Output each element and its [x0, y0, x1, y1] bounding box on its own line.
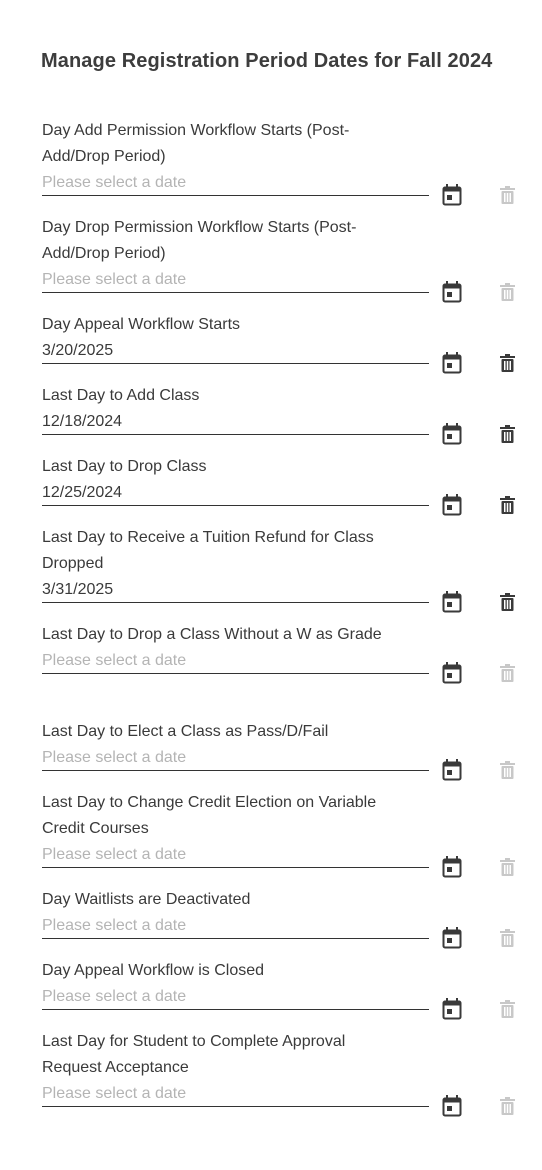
- date-input[interactable]: Please select a date: [42, 984, 429, 1010]
- trash-icon[interactable]: [500, 1000, 515, 1018]
- date-field-label: Last Day to Drop a Class Without a W as …: [42, 626, 382, 643]
- date-input[interactable]: 3/31/2025: [42, 577, 429, 603]
- date-field-label: Day Appeal Workflow Starts: [42, 316, 241, 333]
- date-input[interactable]: Please select a date: [42, 267, 429, 293]
- calendar-icon[interactable]: [442, 1095, 462, 1117]
- date-field: Last Day to Add Class 12/18/2024: [42, 383, 522, 445]
- date-field-label: Last Day for Student to Complete Approva…: [42, 1033, 346, 1076]
- trash-icon[interactable]: [500, 1097, 515, 1115]
- date-input[interactable]: Please select a date: [42, 745, 429, 771]
- date-field-label: Last Day to Add Class: [42, 387, 200, 404]
- calendar-icon[interactable]: [442, 352, 462, 374]
- calendar-icon[interactable]: [442, 856, 462, 878]
- date-field: Day Drop Permission Workflow Starts (Pos…: [42, 215, 522, 303]
- date-field-label: Last Day to Drop Class: [42, 458, 207, 475]
- trash-icon[interactable]: [500, 354, 515, 372]
- trash-icon[interactable]: [500, 761, 515, 779]
- date-input[interactable]: 12/18/2024: [42, 409, 429, 435]
- date-field: Day Waitlists are Deactivated Please sele…: [42, 887, 522, 949]
- trash-icon[interactable]: [500, 593, 515, 611]
- date-input[interactable]: Please select a date: [42, 170, 429, 196]
- date-field-label: Day Add Permission Workflow Starts (Post…: [42, 122, 350, 165]
- trash-icon[interactable]: [500, 664, 515, 682]
- date-field: Last Day to Drop Class 12/25/2024: [42, 454, 522, 516]
- calendar-icon[interactable]: [442, 662, 462, 684]
- date-field-label: Last Day to Elect a Class as Pass/D/Fail: [42, 723, 329, 740]
- trash-icon[interactable]: [500, 283, 515, 301]
- trash-icon[interactable]: [500, 425, 515, 443]
- date-field-label: Last Day to Change Credit Election on Va…: [42, 794, 377, 837]
- date-input[interactable]: Please select a date: [42, 842, 429, 868]
- trash-icon[interactable]: [500, 496, 515, 514]
- calendar-icon[interactable]: [442, 998, 462, 1020]
- calendar-icon[interactable]: [442, 423, 462, 445]
- date-input[interactable]: 12/25/2024: [42, 480, 429, 506]
- calendar-icon[interactable]: [442, 281, 462, 303]
- date-field-label: Day Drop Permission Workflow Starts (Pos…: [42, 219, 357, 262]
- date-field-label: Day Appeal Workflow is Closed: [42, 962, 265, 979]
- date-input[interactable]: Please select a date: [42, 648, 429, 674]
- date-field: Day Add Permission Workflow Starts (Post…: [42, 118, 522, 206]
- page-title: Manage Registration Period Dates for Fal…: [41, 50, 493, 72]
- trash-icon[interactable]: [500, 186, 515, 204]
- trash-icon[interactable]: [500, 858, 515, 876]
- date-field-label: Last Day to Receive a Tuition Refund for…: [42, 529, 374, 572]
- calendar-icon[interactable]: [442, 927, 462, 949]
- date-field: Last Day to Change Credit Election on Va…: [42, 790, 522, 878]
- calendar-icon[interactable]: [442, 184, 462, 206]
- date-input[interactable]: Please select a date: [42, 913, 429, 939]
- trash-icon[interactable]: [500, 929, 515, 947]
- date-field: Day Appeal Workflow is Closed Please sele…: [42, 958, 522, 1020]
- calendar-icon[interactable]: [442, 591, 462, 613]
- date-field: Day Appeal Workflow Starts 3/20/2025: [42, 312, 522, 374]
- date-field: Last Day to Drop a Class Without a W as …: [42, 622, 522, 684]
- calendar-icon[interactable]: [442, 494, 462, 516]
- date-field-label: Day Waitlists are Deactivated: [42, 891, 251, 908]
- date-input[interactable]: Please select a date: [42, 1081, 429, 1107]
- date-field: Last Day to Receive a Tuition Refund for…: [42, 525, 522, 613]
- date-input[interactable]: 3/20/2025: [42, 338, 429, 364]
- date-field: Last Day for Student to Complete Approva…: [42, 1029, 522, 1117]
- date-field: Last Day to Elect a Class as Pass/D/Fail…: [42, 719, 522, 781]
- calendar-icon[interactable]: [442, 759, 462, 781]
